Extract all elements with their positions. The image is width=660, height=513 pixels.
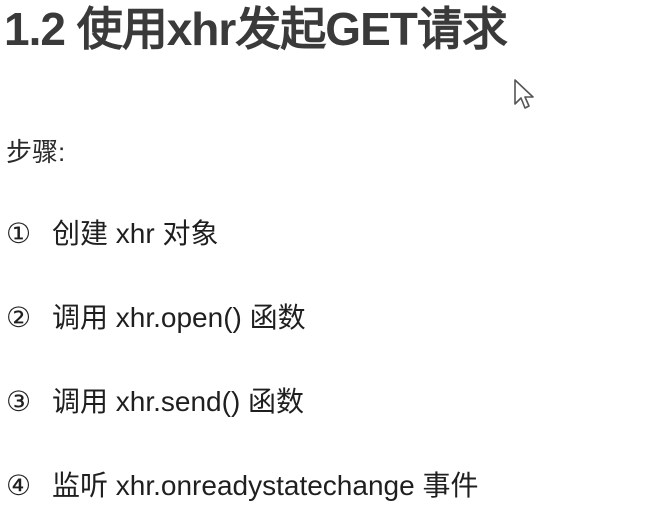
mouse-pointer-icon <box>514 79 534 109</box>
step-text: 调用 xhr.open() 函数 <box>52 302 306 333</box>
step-text: 监听 xhr.onreadystatechange 事件 <box>52 470 479 501</box>
slide: 1.2 使用xhr发起GET请求 步骤: ① 创建 xhr 对象 ② 调用 xhr.… <box>0 0 660 513</box>
step-item: ④ 监听 xhr.onreadystatechange 事件 <box>6 466 478 506</box>
step-number: ③ <box>6 386 32 417</box>
step-item: ② 调用 xhr.open() 函数 <box>6 298 306 338</box>
step-text: 创建 xhr 对象 <box>52 218 219 249</box>
step-number: ② <box>6 302 32 333</box>
step-text: 调用 xhr.send() 函数 <box>52 386 305 417</box>
steps-heading: 步骤: <box>6 137 66 167</box>
slide-title: 1.2 使用xhr发起GET请求 <box>4 3 508 55</box>
step-item: ① 创建 xhr 对象 <box>6 214 218 254</box>
step-number: ① <box>6 218 32 249</box>
step-number: ④ <box>6 470 32 501</box>
step-item: ③ 调用 xhr.send() 函数 <box>6 382 304 422</box>
